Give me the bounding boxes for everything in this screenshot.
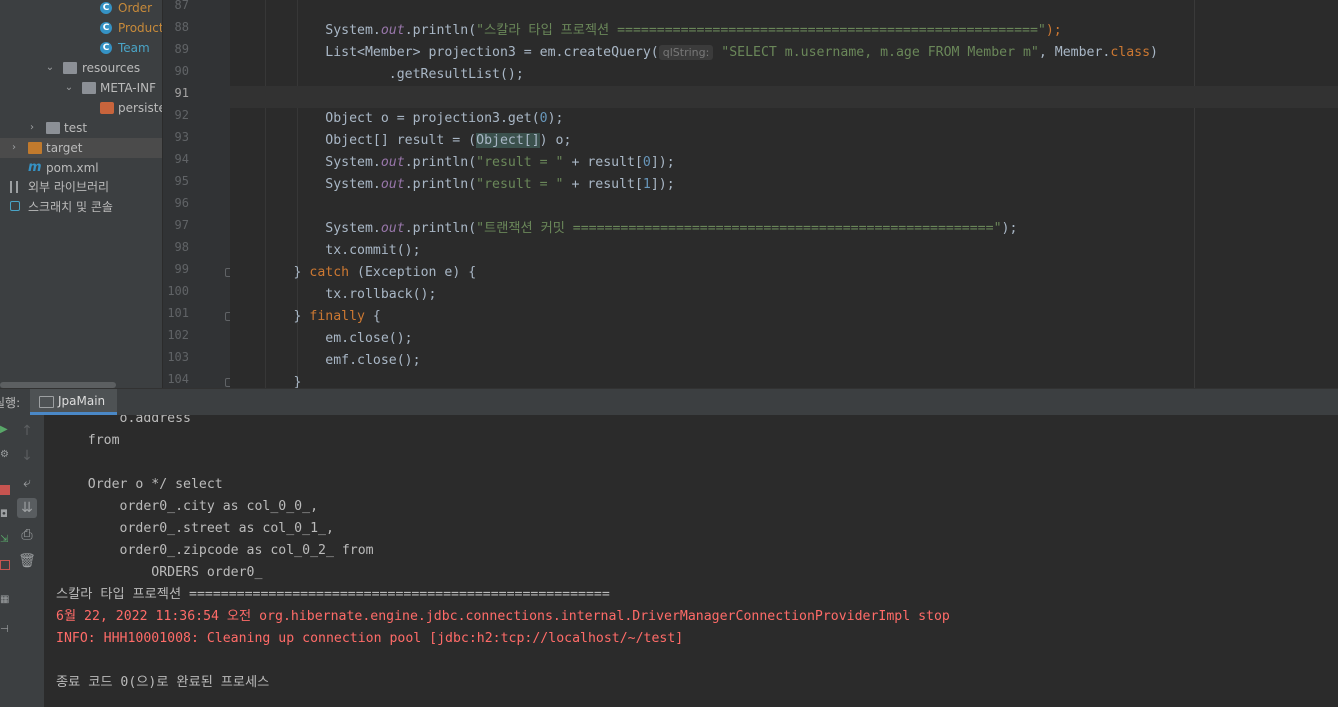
soft-wrap-icon[interactable]: ⤶ — [17, 473, 37, 493]
code-line-90: .getResultList(); — [230, 67, 524, 82]
libraries-icon — [10, 181, 18, 193]
console-line: order0_.city as col_0_0_, — [56, 499, 319, 514]
line-number: 97 — [174, 218, 189, 232]
print-icon[interactable]: ⎙ — [17, 525, 37, 545]
code-line-88: System.out.println("스칼라 타입 프로젝션 ========… — [230, 23, 1062, 38]
arrow-up-icon[interactable]: ↑ — [17, 421, 37, 441]
tree-item-meta-inf[interactable]: ⌄ META-INF — [0, 78, 162, 98]
camera-icon[interactable]: ◘ — [0, 510, 10, 520]
line-number: 102 — [167, 328, 189, 342]
console-line: order0_.street as col_0_1_, — [56, 521, 334, 536]
line-number: 88 — [174, 20, 189, 34]
run-label: 실행: — [0, 396, 21, 410]
restore-layout-icon[interactable]: ⇲ — [0, 535, 10, 545]
pin-icon[interactable]: ⊣ — [0, 625, 10, 635]
trash-icon[interactable]: 🗑 — [17, 551, 37, 571]
class-icon: C — [100, 22, 112, 34]
scratch-icon — [10, 201, 20, 211]
chevron-right-icon[interactable]: › — [27, 118, 37, 138]
console-line: order0_.zipcode as col_0_2_ from — [56, 543, 374, 558]
folder-icon — [28, 142, 42, 154]
code-line-99: } catch (Exception e) { — [230, 265, 477, 280]
tree-item-resources[interactable]: ⌄ resources — [0, 58, 162, 78]
line-number: 103 — [167, 350, 189, 364]
tree-item-target[interactable]: › target — [0, 138, 162, 158]
console-line: from — [56, 433, 120, 448]
console-line-error: 6월 22, 2022 11:36:54 오전 org.hibernate.en… — [56, 609, 950, 624]
scroll-to-end-icon[interactable]: ⇊ — [17, 498, 37, 518]
console-toolbar: ↑ ↓ ⤶ ⇊ ⎙ 🗑 — [11, 415, 45, 707]
code-line-104: } — [230, 375, 302, 388]
folder-icon — [82, 82, 96, 94]
code-line-89: List<Member> projection3 = em.createQuer… — [230, 45, 1158, 60]
line-number: 104 — [167, 372, 189, 386]
run-toolwindow-header: 실행: JpaMain — [0, 388, 1338, 415]
line-number: 93 — [174, 130, 189, 144]
code-editor[interactable]: System.out.println("스칼라 타입 프로젝션 ========… — [230, 0, 1338, 388]
class-icon: C — [100, 2, 112, 14]
console-line-error: INFO: HHH10001008: Cleaning up connectio… — [56, 631, 684, 646]
folder-icon — [46, 122, 60, 134]
xml-file-icon — [100, 102, 114, 114]
layout-icon[interactable]: ▦ — [0, 595, 10, 605]
chevron-right-icon[interactable]: › — [9, 138, 19, 158]
line-number: 96 — [174, 196, 189, 210]
editor-gutter: 87 88 89 90 91 92 93 94 95 96 97 98 99 1… — [163, 0, 234, 388]
tab-jpamain[interactable]: JpaMain — [30, 389, 118, 415]
console-line: Order o */ select — [56, 477, 223, 492]
code-line-98: tx.commit(); — [230, 243, 421, 258]
line-number: 101 — [167, 306, 189, 320]
maven-icon: m — [28, 160, 42, 175]
stop-icon[interactable] — [0, 485, 10, 495]
code-line-103: emf.close(); — [230, 353, 421, 368]
tree-item-external-libraries[interactable]: 외부 라이브러리 — [0, 177, 162, 197]
line-number: 95 — [174, 174, 189, 188]
folder-icon — [63, 62, 77, 74]
line-number: 92 — [174, 108, 189, 122]
line-number: 90 — [174, 64, 189, 78]
code-line-91 — [230, 86, 1338, 108]
line-number: 87 — [174, 0, 189, 12]
arrow-down-icon[interactable]: ↓ — [17, 446, 37, 466]
line-number: 89 — [174, 42, 189, 56]
code-line-94: System.out.println("result = " + result[… — [230, 155, 675, 170]
tree-item-order[interactable]: C Order — [0, 0, 162, 18]
line-number: 99 — [174, 262, 189, 276]
console-output[interactable]: o.address from Order o */ select order0_… — [44, 415, 1338, 707]
line-number: 91 — [174, 86, 189, 100]
run-actions-strip: ▶ ⚙ ◘ ⇲ ▦ ⊣ — [0, 415, 11, 707]
tree-item-scratches[interactable]: 스크래치 및 콘솔 — [0, 197, 162, 217]
parameter-hint: qlString: — [658, 45, 714, 60]
chevron-down-icon[interactable]: ⌄ — [64, 78, 74, 98]
line-number: 94 — [174, 152, 189, 166]
code-line-95: System.out.println("result = " + result[… — [230, 177, 675, 192]
tree-item-persistence-xml[interactable]: persister — [0, 98, 162, 118]
code-line-92: Object o = projection3.get(0); — [230, 111, 564, 126]
code-line-102: em.close(); — [230, 331, 413, 346]
tree-item-test[interactable]: › test — [0, 118, 162, 138]
tree-item-team[interactable]: C Team — [0, 38, 162, 58]
line-number: 100 — [167, 284, 189, 298]
wrench-icon[interactable]: ⚙ — [0, 450, 10, 460]
console-line: 스칼라 타입 프로젝션 ============================… — [56, 587, 610, 602]
exit-icon[interactable] — [0, 560, 10, 570]
code-line-101: } finally { — [230, 309, 381, 324]
line-number: 98 — [174, 240, 189, 254]
rerun-icon[interactable]: ▶ — [0, 425, 10, 435]
console-line: ORDERS order0_ — [56, 565, 263, 580]
class-icon: C — [100, 42, 112, 54]
chevron-down-icon[interactable]: ⌄ — [45, 58, 55, 78]
code-line-93: Object[] result = (Object[]) o; — [230, 133, 572, 148]
console-line: 종료 코드 0(으)로 완료된 프로세스 — [56, 675, 270, 690]
project-tree: C Order C Product C Team ⌄ resources ⌄ M… — [0, 0, 162, 388]
console-line: o.address — [56, 415, 191, 426]
tree-item-product[interactable]: C Product — [0, 18, 162, 38]
run-config-icon — [39, 396, 54, 408]
code-line-100: tx.rollback(); — [230, 287, 437, 302]
tree-item-pom-xml[interactable]: m pom.xml — [0, 158, 162, 178]
code-line-97: System.out.println("트랜잭션 커밋 ============… — [230, 221, 1018, 236]
